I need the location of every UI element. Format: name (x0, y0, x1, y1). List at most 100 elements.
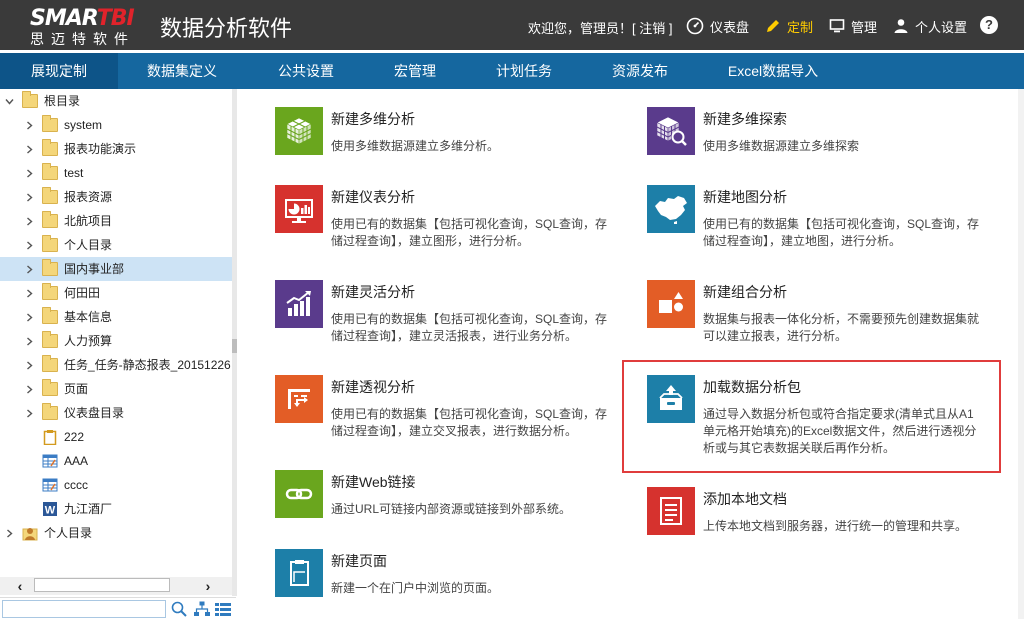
tree-node-label: cccc (64, 478, 88, 492)
chevron-down-icon[interactable] (4, 89, 14, 113)
cube-search-icon[interactable] (647, 107, 695, 155)
card-title[interactable]: 新建透视分析 (331, 377, 415, 397)
menu-public-settings[interactable]: 公共设置 (246, 53, 366, 89)
menu-resource-publish[interactable]: 资源发布 (584, 53, 696, 89)
tree-node-report-demo[interactable]: 报表功能演示 (0, 137, 232, 161)
customize-nav[interactable]: 定制 (765, 15, 813, 37)
shapes-combo-icon[interactable] (647, 280, 695, 328)
scroll-left-icon[interactable]: ‹ (12, 577, 28, 595)
folder-icon (42, 163, 58, 181)
tree-node-basic-info[interactable]: 基本信息 (0, 305, 232, 329)
card-new-web-link[interactable]: 新建Web链接 通过URL可链接内部资源或链接到外部系统。 (275, 470, 620, 530)
card-title[interactable]: 新建页面 (331, 551, 387, 571)
card-title[interactable]: 新建组合分析 (703, 282, 787, 302)
menu-presentation-customize[interactable]: 展现定制 (0, 53, 118, 89)
tree-node-root[interactable]: 根目录 (0, 89, 232, 113)
tree-horizontal-scrollbar[interactable]: ‹ › (0, 577, 232, 595)
chevron-right-icon[interactable] (24, 185, 34, 209)
tree-node-pages[interactable]: 页面 (0, 377, 232, 401)
chevron-right-icon[interactable] (24, 257, 34, 281)
tree-node-domestic-division[interactable]: 国内事业部 (0, 257, 232, 281)
main-vertical-scrollbar[interactable] (1018, 89, 1024, 619)
tree-node-dashboard-dir[interactable]: 仪表盘目录 (0, 401, 232, 425)
card-new-olap-explore[interactable]: 新建多维探索 使用多维数据源建立多维探索 (647, 107, 992, 167)
tree-node-hr-budget[interactable]: 人力预算 (0, 329, 232, 353)
chevron-right-icon[interactable] (24, 209, 34, 233)
card-title[interactable]: 新建多维分析 (331, 109, 415, 129)
tree-node-jiujiang-brewery[interactable]: W 九江酒厂 (0, 497, 232, 521)
tree-node-aaa[interactable]: AAA (0, 449, 232, 473)
chevron-right-icon[interactable] (24, 377, 34, 401)
dashboard-nav[interactable]: 仪表盘 (686, 15, 749, 37)
card-new-pivot-analysis[interactable]: 新建透视分析 使用已有的数据集【包括可视化查询，SQL查询，存储过程查询】，建立… (275, 375, 620, 447)
card-title[interactable]: 添加本地文档 (703, 489, 787, 509)
manage-nav[interactable]: 管理 (829, 15, 877, 37)
pivot-table-icon[interactable] (275, 375, 323, 423)
folder-icon (42, 331, 58, 349)
menu-excel-import[interactable]: Excel数据导入 (696, 53, 850, 89)
tree-node-personal-dir[interactable]: 个人目录 (0, 233, 232, 257)
tree-node-he-tiantian[interactable]: 何田田 (0, 281, 232, 305)
dashboard-chart-icon[interactable] (275, 185, 323, 233)
card-new-olap-analysis[interactable]: 新建多维分析 使用多维数据源建立多维分析。 (275, 107, 620, 167)
chevron-right-icon[interactable] (24, 329, 34, 353)
chevron-right-icon[interactable] (24, 233, 34, 257)
tree-node-label: 仪表盘目录 (64, 406, 125, 420)
tree-node-label: 人力预算 (64, 334, 113, 348)
tree-node-label: 报表功能演示 (64, 142, 137, 156)
tree-node-report-resources[interactable]: 报表资源 (0, 185, 232, 209)
chevron-right-icon[interactable] (4, 521, 14, 545)
chevron-right-icon[interactable] (24, 401, 34, 425)
tree-node-label: 国内事业部 (64, 262, 125, 276)
tree-structure-icon[interactable] (193, 600, 211, 618)
card-add-local-document[interactable]: 添加本地文档 上传本地文档到服务器，进行统一的管理和共享。 (647, 487, 992, 547)
logo-prefix: SMAR (30, 6, 98, 31)
folder-icon (42, 307, 58, 325)
menu-macro-management[interactable]: 宏管理 (366, 53, 464, 89)
list-view-icon[interactable] (214, 600, 232, 618)
tree-node-system[interactable]: system (0, 113, 232, 137)
card-new-combo-analysis[interactable]: 新建组合分析 数据集与报表一体化分析，不需要预先创建数据集就可以建立报表，进行分… (647, 280, 992, 352)
card-new-page[interactable]: 新建页面 新建一个在门户中浏览的页面。 (275, 549, 620, 609)
main-menu: 展现定制 数据集定义 公共设置 宏管理 计划任务 资源发布 Excel数据导入 (0, 53, 1024, 89)
chevron-right-icon[interactable] (24, 353, 34, 377)
tree-search-input[interactable] (2, 600, 166, 618)
china-map-icon[interactable] (647, 185, 695, 233)
scroll-right-icon[interactable]: › (200, 577, 216, 595)
personal-settings-nav[interactable]: 个人设置 (893, 15, 967, 37)
menu-scheduled-tasks[interactable]: 计划任务 (464, 53, 584, 89)
user-icon (894, 19, 908, 33)
card-new-dashboard-analysis[interactable]: 新建仪表分析 使用已有的数据集【包括可视化查询，SQL查询，存储过程查询】，建立… (275, 185, 620, 257)
logo-cn-text: 思迈特软件 (30, 31, 135, 47)
chevron-right-icon[interactable] (24, 305, 34, 329)
chevron-right-icon[interactable] (24, 161, 34, 185)
tree-node-personal-root[interactable]: 个人目录 (0, 521, 232, 545)
folder-icon (42, 139, 58, 157)
page-icon[interactable] (275, 549, 323, 597)
tree-node-task-static-report[interactable]: 任务_任务-静态报表_20151226 (0, 353, 232, 377)
chevron-right-icon[interactable] (24, 281, 34, 305)
welcome-logout[interactable]: 欢迎您，管理员！[ 注销 ] (528, 18, 672, 37)
tree-node-cccc[interactable]: cccc (0, 473, 232, 497)
help-icon[interactable]: ? (980, 16, 998, 34)
search-icon[interactable] (170, 600, 188, 618)
tree-node-test[interactable]: test (0, 161, 232, 185)
card-title[interactable]: 新建多维探索 (703, 109, 787, 129)
chevron-right-icon[interactable] (24, 137, 34, 161)
trend-bars-icon[interactable] (275, 280, 323, 328)
card-new-map-analysis[interactable]: 新建地图分析 使用已有的数据集【包括可视化查询，SQL查询，存储过程查询】，建立… (647, 185, 992, 257)
tree-node-222[interactable]: 222 (0, 425, 232, 449)
cube-icon[interactable] (275, 107, 323, 155)
card-title[interactable]: 新建地图分析 (703, 187, 787, 207)
menu-dataset-definition[interactable]: 数据集定义 (118, 53, 246, 89)
card-description: 使用多维数据源建立多维分析。 (331, 139, 500, 153)
card-title[interactable]: 新建灵活分析 (331, 282, 415, 302)
card-title[interactable]: 新建Web链接 (331, 472, 416, 492)
link-icon[interactable] (275, 470, 323, 518)
hscroll-thumb[interactable] (34, 578, 170, 592)
document-icon[interactable] (647, 487, 695, 535)
tree-node-beihang[interactable]: 北航项目 (0, 209, 232, 233)
chevron-right-icon[interactable] (24, 113, 34, 137)
card-new-flexible-analysis[interactable]: 新建灵活分析 使用已有的数据集【包括可视化查询，SQL查询，存储过程查询】，建立… (275, 280, 620, 352)
card-title[interactable]: 新建仪表分析 (331, 187, 415, 207)
